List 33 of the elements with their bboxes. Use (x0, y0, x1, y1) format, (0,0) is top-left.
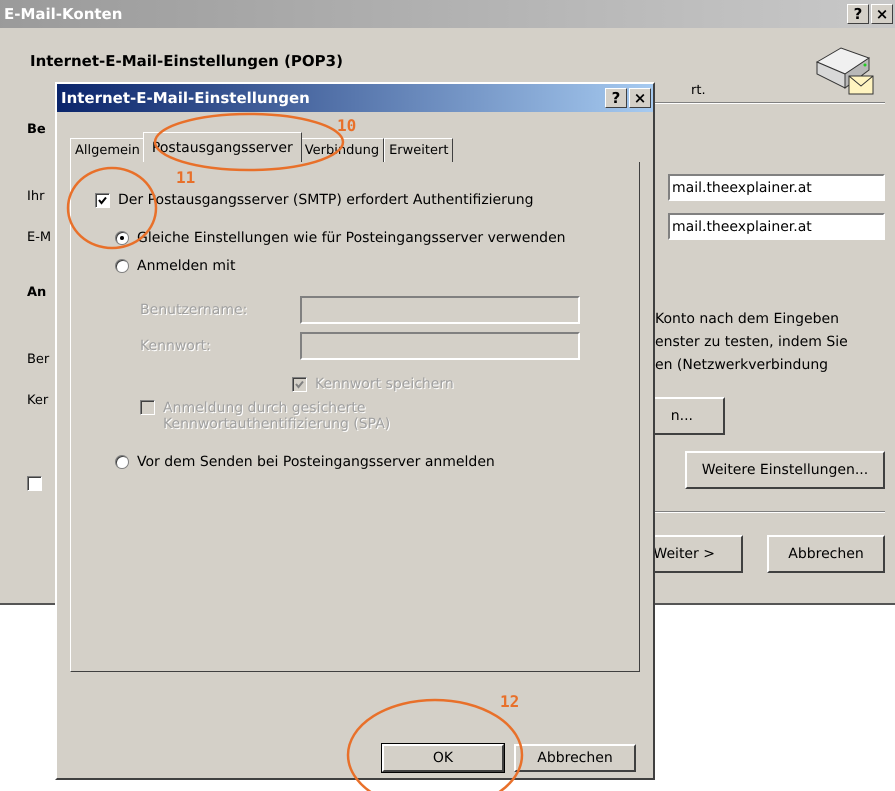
radio-button[interactable] (115, 231, 129, 245)
input-field[interactable]: mail.theexplainer.at (668, 174, 885, 201)
radio-button[interactable] (115, 455, 129, 469)
radio-button[interactable] (115, 259, 129, 273)
tab[interactable]: Erweitert (384, 138, 454, 162)
field-label: E-M (27, 230, 52, 245)
check-icon (295, 380, 304, 388)
dialog-button[interactable]: OK (382, 744, 504, 772)
page-heading: Internet-E-Mail-Einstellungen (POP3) (30, 52, 343, 70)
dialog-button[interactable]: Abbrechen (767, 535, 885, 573)
more-settings-button[interactable]: Weitere Einstellungen... (685, 451, 885, 489)
dialog-title: Internet-E-Mail-Einstellungen (61, 89, 310, 107)
field-label: Ber (27, 352, 50, 367)
radio-label: Vor dem Senden bei Posteingangsserver anmelden (137, 454, 495, 470)
dialog-button[interactable]: Abbrechen (514, 744, 636, 772)
annotation-number: 10 (337, 116, 356, 135)
window-title: E-Mail-Konten (4, 5, 122, 23)
check-icon (98, 196, 107, 204)
field-label: Ker (27, 393, 50, 408)
checkbox[interactable] (95, 192, 110, 208)
annotation-number: 12 (500, 692, 520, 711)
title-bar-button[interactable]: × (629, 88, 651, 108)
field-label: Ihr (27, 189, 46, 204)
annotation-number: 11 (176, 168, 196, 187)
instruction-text: Konto nach dem Eingeben enster zu testen, indem Sie en (Netzwerkverbindung (655, 310, 849, 375)
tab[interactable]: Allgemein (70, 138, 145, 162)
subtitle-text: rt. (691, 83, 707, 98)
section-heading: An (27, 285, 48, 300)
radio-label: Anmelden mit (137, 258, 236, 274)
title-bar-button[interactable]: ? (605, 88, 627, 108)
checkbox[interactable] (27, 476, 42, 491)
section-heading: Be (27, 122, 47, 137)
input-field[interactable]: mail.theexplainer.at (668, 213, 885, 240)
